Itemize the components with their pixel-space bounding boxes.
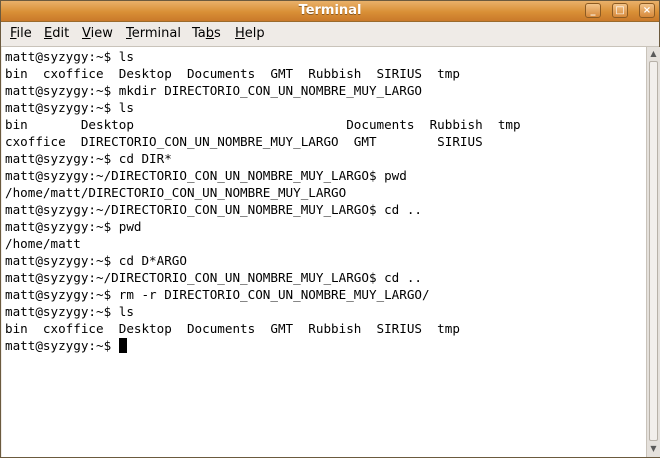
menu-tabs-label: s [214,26,221,41]
terminal-line: matt@syzygy:~$ ls [5,100,134,115]
menu-edit-mnemonic: E [44,26,53,41]
minimize-button[interactable]: _ [585,3,601,18]
menu-help[interactable]: Help [235,26,265,41]
terminal-line: bin cxoffice Desktop Documents GMT Rubbi… [5,66,460,81]
terminal-window: Terminal _ □ × File Edit View Terminal T… [0,0,660,458]
terminal-line: matt@syzygy:~$ cd DIR* [5,151,172,166]
menu-edit-label: dit [52,26,70,41]
menu-terminal-label: erminal [131,26,181,41]
menu-file[interactable]: File [10,26,32,41]
terminal-line: matt@syzygy:~/DIRECTORIO_CON_UN_NOMBRE_M… [5,168,407,183]
terminal-line: bin cxoffice Desktop Documents GMT Rubbi… [5,321,460,336]
menu-edit[interactable]: Edit [44,26,69,41]
terminal-line: matt@syzygy:~$ ls [5,304,134,319]
terminal-line: cxoffice DIRECTORIO_CON_UN_NOMBRE_MUY_LA… [5,134,483,149]
terminal-output[interactable]: matt@syzygy:~$ ls bin cxoffice Desktop D… [2,47,646,457]
terminal-line: matt@syzygy:~/DIRECTORIO_CON_UN_NOMBRE_M… [5,202,423,217]
menu-file-label: ile [16,26,32,41]
vertical-scrollbar[interactable]: ▲ ▼ [646,47,660,457]
menu-help-mnemonic: H [235,26,245,41]
maximize-button[interactable]: □ [612,3,628,18]
terminal-line: matt@syzygy:~$ ls [5,49,134,64]
menu-view-label: iew [90,26,113,41]
terminal-prompt-line[interactable]: matt@syzygy:~$ [5,337,127,354]
title-bar[interactable]: Terminal _ □ × [1,1,659,22]
menu-view-mnemonic: V [82,26,91,41]
menu-bar: File Edit View Terminal Tabs Help [1,22,659,47]
terminal-line: matt@syzygy:~$ cd D*ARGO [5,253,187,268]
scroll-down-arrow-icon[interactable]: ▼ [648,443,659,455]
menu-tabs-mnemonic: b [205,26,215,41]
terminal-line: matt@syzygy:~$ pwd [5,219,142,234]
window-title: Terminal [298,3,362,18]
close-button[interactable]: × [639,3,655,18]
menu-tabs[interactable]: Tabs [192,26,221,41]
terminal-line: matt@syzygy:~/DIRECTORIO_CON_UN_NOMBRE_M… [5,270,423,285]
terminal-line: /home/matt [5,236,81,251]
terminal-line: matt@syzygy:~$ mkdir DIRECTORIO_CON_UN_N… [5,83,423,98]
scrollbar-thumb[interactable] [649,61,658,441]
terminal-line: matt@syzygy:~$ rm -r DIRECTORIO_CON_UN_N… [5,287,430,302]
text-cursor [118,338,127,353]
menu-tabs-prefix: Ta [192,26,206,41]
terminal-prompt: matt@syzygy:~$ [5,338,119,353]
menu-terminal[interactable]: Terminal [126,26,181,41]
scroll-up-arrow-icon[interactable]: ▲ [648,48,659,60]
terminal-line: bin Desktop Documents Rubbish tmp [5,117,521,132]
menu-view[interactable]: View [82,26,113,41]
terminal-line: /home/matt/DIRECTORIO_CON_UN_NOMBRE_MUY_… [5,185,347,200]
menu-help-label: elp [244,26,265,41]
